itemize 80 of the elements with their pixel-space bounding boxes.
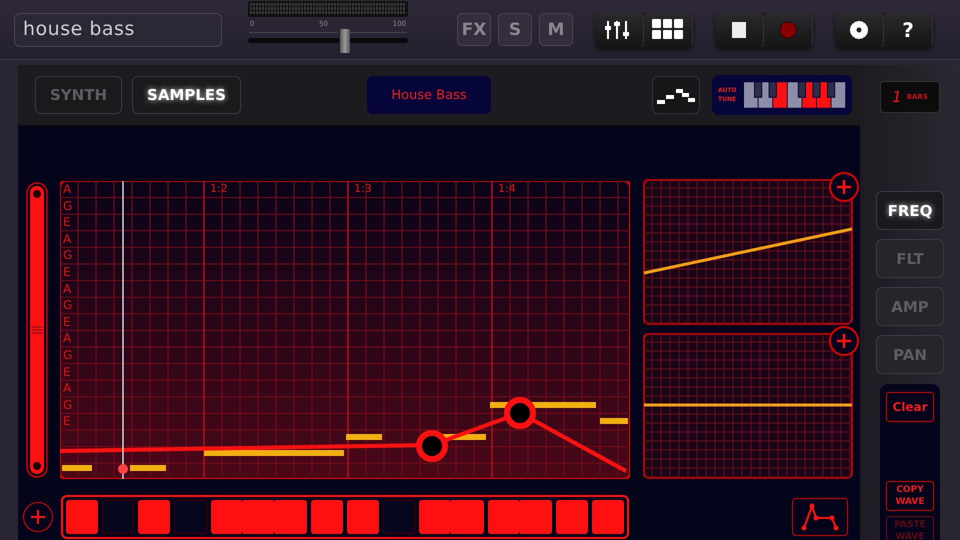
curve-panel[interactable] <box>643 172 859 325</box>
source-tab[interactable]: SYNTH <box>35 76 122 114</box>
note-label: G <box>63 198 72 214</box>
bar-marker: 1:4 <box>498 182 516 195</box>
add-button[interactable] <box>829 326 859 356</box>
settings-icon <box>850 20 868 38</box>
step-cell[interactable] <box>310 500 343 534</box>
step-cell[interactable] <box>174 500 206 534</box>
slider-fill[interactable] <box>30 186 44 474</box>
volume-slider[interactable] <box>248 28 408 52</box>
piano-key[interactable] <box>802 82 816 108</box>
parameter-tab[interactable]: FLT <box>876 239 944 278</box>
arpeggio-button[interactable] <box>652 76 700 114</box>
mixer-button[interactable] <box>595 12 644 46</box>
slider-thumb[interactable] <box>339 28 350 52</box>
note-label: G <box>63 297 72 314</box>
stop-button[interactable] <box>715 12 764 46</box>
grid-icon <box>652 18 684 40</box>
note-label: E <box>63 413 72 430</box>
parameter-tab[interactable]: PAN <box>876 335 944 374</box>
step-cell[interactable] <box>102 500 134 534</box>
action-button[interactable]: Clear <box>886 392 934 422</box>
step-cell[interactable] <box>138 500 170 534</box>
plus-icon <box>31 510 45 524</box>
piano-key[interactable] <box>831 82 846 108</box>
bar-marker: 1:2 <box>210 182 228 195</box>
zoom-range-slider[interactable] <box>26 182 48 478</box>
plus-icon <box>836 333 852 349</box>
note-label: A <box>63 230 72 248</box>
bars-count: 1 <box>892 88 902 106</box>
envelope-button[interactable] <box>792 498 848 536</box>
note-label: A <box>63 380 72 397</box>
piano-key[interactable] <box>788 82 802 108</box>
note-label: A <box>63 330 72 347</box>
mode-button[interactable]: S <box>498 13 532 46</box>
note-label: G <box>63 396 72 414</box>
note-label: E <box>63 364 72 380</box>
step-cell[interactable] <box>451 500 484 534</box>
parameter-tab[interactable]: FREQ <box>876 191 944 230</box>
step-cell[interactable] <box>347 500 380 534</box>
help-button[interactable]: ? <box>884 12 933 46</box>
source-tab[interactable]: SAMPLES <box>132 76 241 114</box>
step-cell[interactable] <box>419 500 452 534</box>
step-cell[interactable] <box>66 500 98 534</box>
note-grid[interactable]: A G E A G E A G E A G E A G E 1:2 1:3 1:4 <box>60 181 630 479</box>
record-icon <box>779 20 797 38</box>
step-cell[interactable] <box>383 500 416 534</box>
piano-key[interactable] <box>758 82 772 108</box>
step-cell[interactable] <box>592 500 624 534</box>
stop-icon <box>732 22 746 38</box>
step-cell[interactable] <box>210 500 243 534</box>
piano-key[interactable] <box>816 82 830 108</box>
parameter-tab[interactable]: AMP <box>876 287 944 326</box>
curve-panel[interactable] <box>643 326 859 479</box>
add-button[interactable] <box>829 172 859 202</box>
bar-marker: 1:3 <box>354 182 372 195</box>
envelope-icon <box>800 502 840 532</box>
note-label: E <box>63 264 72 281</box>
plus-icon <box>836 179 852 195</box>
piano-key[interactable] <box>744 82 758 108</box>
step-cell[interactable] <box>556 500 588 534</box>
settings-button[interactable] <box>835 12 884 46</box>
piano-key[interactable] <box>773 82 787 108</box>
step-cell[interactable] <box>520 500 552 534</box>
grid-button[interactable] <box>644 12 693 46</box>
action-button[interactable]: COPY WAVE <box>886 481 934 511</box>
mode-button[interactable]: FX <box>457 13 491 46</box>
step-sequencer[interactable] <box>61 495 629 539</box>
note-label: G <box>63 247 72 264</box>
note-label: E <box>63 314 72 330</box>
step-cell[interactable] <box>488 500 520 534</box>
mode-button[interactable]: M <box>539 13 573 46</box>
add-button[interactable] <box>23 502 53 532</box>
step-cell[interactable] <box>274 500 307 534</box>
preset-name-field[interactable]: house bass <box>14 12 222 46</box>
note-label: A <box>63 181 72 198</box>
note-label: G <box>63 346 72 364</box>
note-label: E <box>63 214 72 231</box>
note-label: A <box>63 280 72 298</box>
sample-name-display[interactable]: House Bass <box>366 76 491 114</box>
